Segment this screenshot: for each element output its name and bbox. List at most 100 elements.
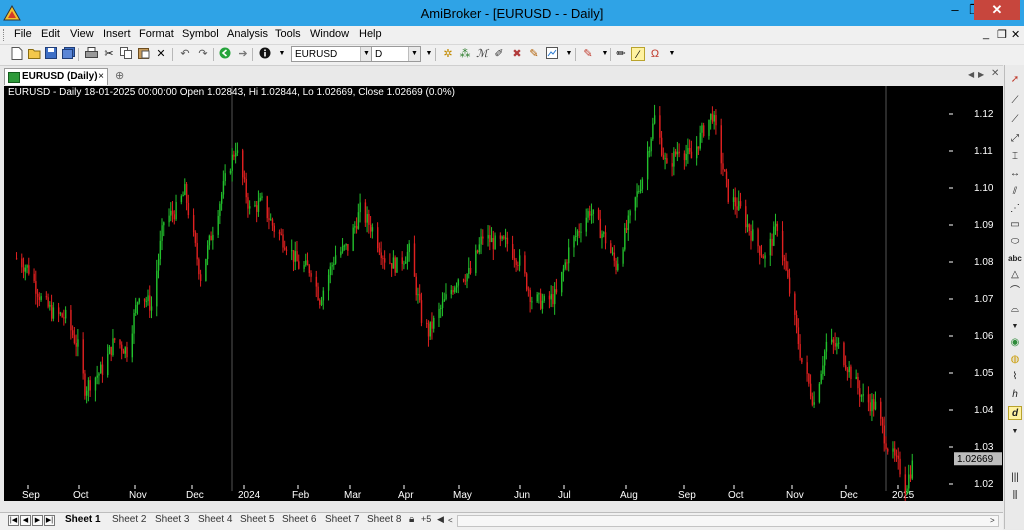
text-icon[interactable]: abc [1008,252,1022,266]
menu-insert[interactable]: Insert [103,28,131,40]
copy-icon[interactable] [119,47,133,61]
menu-grip[interactable] [3,29,7,41]
sheet-scroll-left-icon[interactable]: ◀ [437,514,444,525]
pitchfork-icon[interactable]: ◍ [1008,353,1022,367]
magnet-icon[interactable]: Ω [648,47,662,61]
sheet-tab-3[interactable]: Sheet 3 [155,514,189,525]
tab-scroll-left-icon[interactable]: ◀ [968,70,974,79]
indicator-icon[interactable]: ✐ [492,47,506,61]
menu-edit[interactable]: Edit [41,28,60,40]
open-icon[interactable] [27,47,41,61]
toolbar-dropdown-icon[interactable]: ▼ [1008,425,1022,439]
sheet-tab-5[interactable]: Sheet 5 [240,514,274,525]
toolbar-dropdown-icon[interactable]: ▼ [275,47,289,61]
pointer-icon[interactable]: ✎ [527,47,541,61]
triangle-icon[interactable]: △ [1008,268,1022,282]
redo-icon[interactable]: ↷ [196,47,210,61]
mdi-restore-button[interactable]: ❐ [997,28,1007,41]
menu-view[interactable]: View [70,28,94,40]
prev-sheet-icon[interactable]: ◀ [20,515,31,526]
close-button[interactable]: ✕ [974,0,1020,20]
paste-icon[interactable] [137,47,151,61]
ellipse-icon[interactable]: ⬭ [1008,235,1022,249]
bars-icon[interactable]: ✲ [441,47,455,61]
candle-body [832,339,835,344]
extended-line-icon[interactable]: ⤢ [1008,132,1022,146]
scroll-right-icon[interactable]: > [990,516,995,525]
print-icon[interactable] [84,47,98,61]
tab-scroll-right-icon[interactable]: ▶ [978,70,984,79]
candles-icon[interactable]: ⁂ [458,47,472,61]
sheet-tab-2[interactable]: Sheet 2 [112,514,146,525]
save-icon[interactable] [44,47,58,61]
save-all-icon[interactable] [61,47,75,61]
toolbar-dropdown-icon[interactable]: ▼ [422,47,436,61]
arrow-pointer-icon[interactable]: ➚ [1008,73,1022,87]
horizontal-line-icon[interactable]: ↔ [1008,167,1022,181]
close-tab-icon[interactable]: × [98,69,104,84]
delete-icon[interactable]: ✕ [154,47,168,61]
menu-window[interactable]: Window [310,28,349,40]
new-tab-icon[interactable]: ⊕ [115,69,124,82]
forward-icon[interactable]: ➔ [236,47,250,61]
vertical-line-icon[interactable]: ⌶ [1008,150,1022,164]
parallel-lines-icon[interactable]: ⫽ [1008,185,1022,199]
toolbar-dropdown-icon[interactable]: ▼ [665,47,679,61]
lock-icon[interactable]: 🔒︎ [409,514,414,525]
sheet-tab-4[interactable]: Sheet 4 [198,514,232,525]
chart-tab[interactable]: EURUSD (Daily) × [4,68,108,85]
ray-icon[interactable]: ⟋ [1008,113,1022,127]
tab-close-all-icon[interactable]: ✕ [991,68,999,79]
new-icon[interactable] [10,47,24,61]
periodic-lines-icon[interactable]: ||| [1008,471,1022,485]
more-sheets-button[interactable]: +5 [421,514,431,524]
back-icon[interactable] [218,47,232,61]
study-icon[interactable]: h [1008,388,1022,402]
line-icon[interactable]: ℳ [475,47,489,61]
sheet-tab-1[interactable]: Sheet 1 [65,514,101,525]
price-chart-svg[interactable]: 1.12 1.11 1.10 1.09 1.08 1.07 1.06 1.05 1.04 1.03… [4,86,1003,501]
pencil-icon[interactable]: ✏ [614,47,628,61]
highlighter-icon[interactable]: ⁄ [631,47,645,61]
toolbar-dropdown-icon[interactable]: ▼ [562,47,576,61]
menu-tools[interactable]: Tools [275,28,301,40]
sheet-tab-7[interactable]: Sheet 7 [325,514,359,525]
color-pen-icon[interactable]: ✎ [581,47,595,61]
chevron-down-icon[interactable]: ▼ [408,47,420,61]
first-sheet-icon[interactable]: |◀ [8,515,19,526]
menu-file[interactable]: File [14,28,32,40]
fan-icon[interactable]: ⋰ [1008,202,1022,216]
symbol-combo[interactable]: EURUSD ▼ [291,46,373,62]
trend-line-icon[interactable]: ⟋ [1008,94,1022,108]
menu-help[interactable]: Help [359,28,382,40]
horizontal-scrollbar[interactable] [457,515,999,527]
toolbar-dropdown-icon[interactable]: ▼ [1008,320,1022,334]
arc-icon[interactable]: ⌒ [1008,285,1022,299]
mdi-minimize-button[interactable]: _ [983,28,989,40]
price-chart[interactable]: 1.12 1.11 1.10 1.09 1.08 1.07 1.06 1.05 1.04 1.03… [4,86,1003,501]
next-sheet-icon[interactable]: ▶ [32,515,43,526]
candle-body [57,307,60,314]
bars-icon[interactable]: ⫼ [1008,489,1022,503]
interval-combo[interactable]: D ▼ [371,46,421,62]
sheet-tab-6[interactable]: Sheet 6 [282,514,316,525]
menu-format[interactable]: Format [139,28,174,40]
candle-body [689,147,691,152]
tools-icon[interactable]: ✖ [510,47,524,61]
rectangle-icon[interactable]: ▭ [1008,218,1022,232]
fibonacci-icon[interactable]: ◉ [1008,336,1022,350]
selected-tool-icon[interactable]: d [1008,406,1022,420]
chart-window-icon[interactable] [545,47,559,61]
menu-symbol[interactable]: Symbol [182,28,219,40]
cut-icon[interactable]: ✂ [102,47,116,61]
mdi-close-button[interactable]: ✕ [1011,28,1020,41]
gann-icon[interactable]: ⌇ [1008,370,1022,384]
sheet-tab-bar: |◀ ◀ ▶ ▶| Sheet 1 Sheet 2 Sheet 3 Sheet … [0,512,1003,530]
sheet-tab-8[interactable]: Sheet 8 [367,514,401,525]
scroll-left-icon[interactable]: < [448,516,453,525]
menu-analysis[interactable]: Analysis [227,28,268,40]
info-icon[interactable] [258,47,272,61]
undo-icon[interactable]: ↶ [178,47,192,61]
last-sheet-icon[interactable]: ▶| [44,515,55,526]
cycle-icon[interactable]: ⌓ [1008,303,1022,317]
